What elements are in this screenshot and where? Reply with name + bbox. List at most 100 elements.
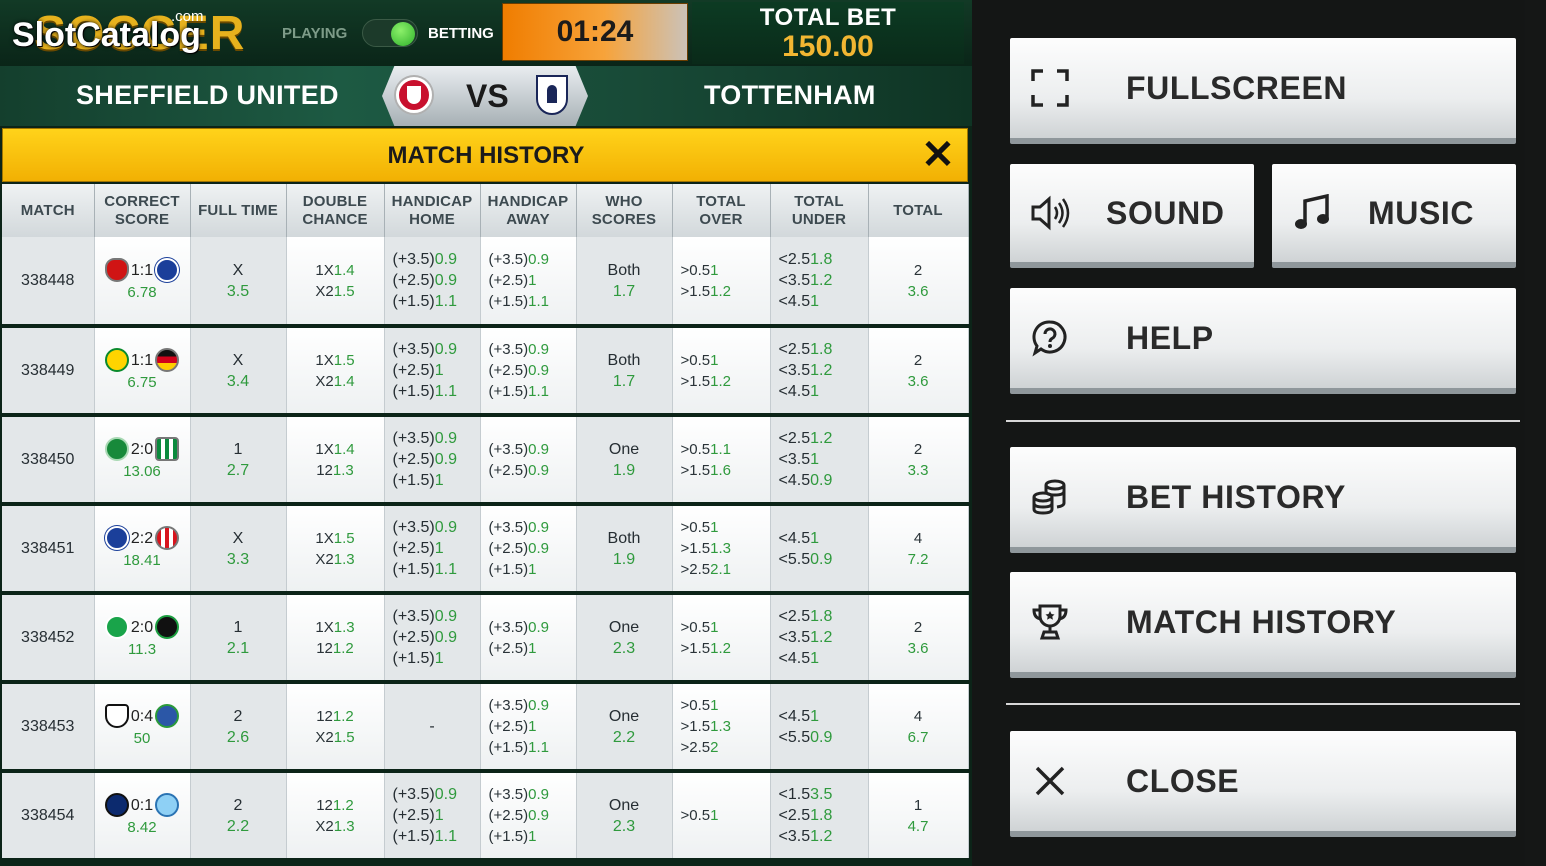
odds-label: (+3.5) — [488, 697, 529, 714]
odds-line: (+3.5)0.9 — [489, 517, 576, 538]
odds-value: 1 — [710, 351, 719, 369]
match-history-button[interactable]: MATCH HISTORY — [1010, 572, 1516, 678]
close-icon[interactable]: ✕ — [921, 135, 955, 175]
handicap-home-cell: (+3.5)0.9 (+2.5)0.9 (+1.5)1.1 — [384, 237, 481, 328]
bet-history-button[interactable]: BET HISTORY — [1010, 447, 1516, 553]
odds-value: 1 — [810, 529, 819, 547]
fullscreen-button[interactable]: FULLSCREEN — [1010, 38, 1516, 144]
double-chance-cell: 1X1.5 X21.4 — [286, 326, 385, 417]
odds-line: (+3.5)0.9 — [393, 249, 480, 270]
odds-line: (+2.5)0.9 — [489, 805, 576, 826]
help-button[interactable]: HELP — [1010, 288, 1516, 394]
odds-label: <2.5 — [778, 341, 811, 358]
odds-value: 0.9 — [434, 629, 457, 646]
column-header-text: HANDICAP — [487, 192, 569, 210]
vs-plate: VS — [382, 66, 588, 126]
total-over-cell: >0.51 >1.51.2 — [672, 326, 771, 417]
music-button[interactable]: MUSIC — [1272, 164, 1516, 268]
odds-value: 1.5 — [333, 529, 355, 547]
double-chance-cell: 121.2 X21.3 — [286, 771, 385, 862]
odds-label: (+2.5) — [392, 540, 435, 557]
away-team-name: TOTTENHAM — [704, 80, 876, 110]
odds-value: 1 — [710, 261, 719, 279]
bet-outcome: 4 — [913, 529, 923, 547]
odds-label: <4.5 — [778, 472, 811, 489]
column-header: HANDICAP AWAY — [480, 184, 577, 237]
bet-outcome: One — [608, 618, 640, 636]
odds-label: (+3.5) — [392, 519, 435, 536]
column-header-text: OVER — [699, 210, 743, 228]
column-header-text: FULL TIME — [198, 201, 278, 219]
odds-label: (+2.5) — [488, 807, 529, 824]
bet-outcome: Both — [607, 351, 641, 369]
odds-line: (+2.5)0.9 — [489, 538, 576, 559]
sound-button[interactable]: SOUND — [1010, 164, 1254, 268]
table-row: 338451 2:2 18.41 X 3.3 1X1.5 X21.3 (+3.5)0.9 (+2… — [2, 504, 969, 595]
column-header-text: TOTAL — [794, 192, 844, 210]
odds-line: (+3.5)0.9 — [393, 339, 480, 360]
odds-line: <2.51.2 — [779, 428, 868, 449]
odds-value: 1.6 — [710, 461, 731, 479]
odds-label: (+3.5) — [392, 430, 435, 447]
odds-value: 1 — [528, 718, 537, 735]
odds-value: 1 — [434, 362, 444, 379]
total-cell: 4 6.7 — [868, 682, 969, 773]
odds-value: 1.7 — [612, 372, 636, 390]
handicap-away-cell: (+3.5)0.9 (+2.5)1 — [480, 593, 577, 684]
score-line: 0:1 — [95, 793, 190, 817]
odds-value: 1 — [434, 540, 444, 557]
odds-value: 3.5 — [226, 282, 250, 300]
odds-label: (+2.5) — [392, 629, 435, 646]
handicap-away-cell: (+3.5)0.9 (+2.5)0.9 (+1.5)1.1 — [480, 326, 577, 417]
total-bet-panel: TOTAL BET 150.00 — [692, 2, 964, 64]
odds-label: <3.5 — [778, 272, 811, 289]
odds-value: 1 — [434, 807, 444, 824]
odds-label: X2 — [315, 728, 334, 746]
odds-value: 1.3 — [333, 618, 355, 636]
table-row: 338448 1:1 6.78 X 3.5 1X1.4 X21.5 (+3.5)0.9 (+2.… — [2, 237, 969, 328]
odds-label: 1X — [315, 440, 334, 458]
away-club-badge-icon — [155, 793, 180, 817]
odds-line: >0.51 — [681, 517, 770, 538]
odds-line: >0.51 — [681, 350, 770, 371]
odds-value: 1.2 — [710, 639, 731, 657]
table-row: 338449 1:1 6.75 X 3.4 1X1.5 X21.4 (+3.5)0.9 (+2.… — [2, 326, 969, 417]
odds-value: 3.6 — [907, 282, 929, 300]
mode-toggle[interactable] — [362, 19, 418, 47]
double-chance-cell: 1X1.4 X21.5 — [286, 237, 385, 328]
odds-line: (+1.5)1 — [489, 559, 576, 580]
odds-line: (+1.5)1 — [393, 648, 480, 669]
odds-line: (+1.5)1.1 — [489, 291, 576, 312]
odds-value: 0.9 — [528, 519, 549, 536]
odds-line: (+2.5)0.9 — [489, 460, 576, 481]
bet-outcome: X — [232, 529, 244, 547]
odds-label: 1X — [315, 261, 334, 279]
menu-divider — [1006, 420, 1520, 422]
correct-score-cell: 1:1 6.75 — [94, 326, 191, 417]
handicap-away-cell: (+3.5)0.9 (+2.5)0.9 (+1.5)1 — [480, 771, 577, 862]
odds-value: 0.9 — [528, 786, 549, 803]
odds-label: <3.5 — [778, 451, 811, 468]
bet-outcome: 2 — [233, 707, 243, 725]
odds-label: <1.5 — [778, 786, 811, 803]
odds-value: 2.7 — [226, 461, 250, 479]
table-row: 338450 2:0 13.06 1 2.7 1X1.4 121.3 (+3.5)0.9 (+2… — [2, 415, 969, 506]
bet-outcome: Both — [607, 529, 641, 547]
column-header-text: DOUBLE — [302, 192, 368, 210]
odds-value: 0.9 — [434, 272, 457, 289]
odds-line: 1X1.5 — [287, 528, 384, 549]
home-club-badge-icon — [104, 793, 129, 817]
odds-line: >1.51.3 — [681, 716, 770, 737]
sheffield-crest-icon — [396, 77, 432, 113]
odds-value: 0.9 — [434, 451, 457, 468]
odds-label: >1.5 — [680, 540, 711, 557]
close-button[interactable]: CLOSE — [1010, 731, 1516, 837]
total-over-cell: >0.51 — [672, 771, 771, 862]
odds-value: 1.1 — [710, 440, 731, 458]
odds-line: <4.51 — [779, 706, 868, 727]
odds-line: <2.51.8 — [779, 249, 868, 270]
odds-value: 13.06 — [123, 463, 161, 480]
odds-label: 12 — [316, 796, 333, 814]
odds-value: 1.2 — [332, 639, 354, 657]
odds-label: >1.5 — [680, 372, 711, 390]
